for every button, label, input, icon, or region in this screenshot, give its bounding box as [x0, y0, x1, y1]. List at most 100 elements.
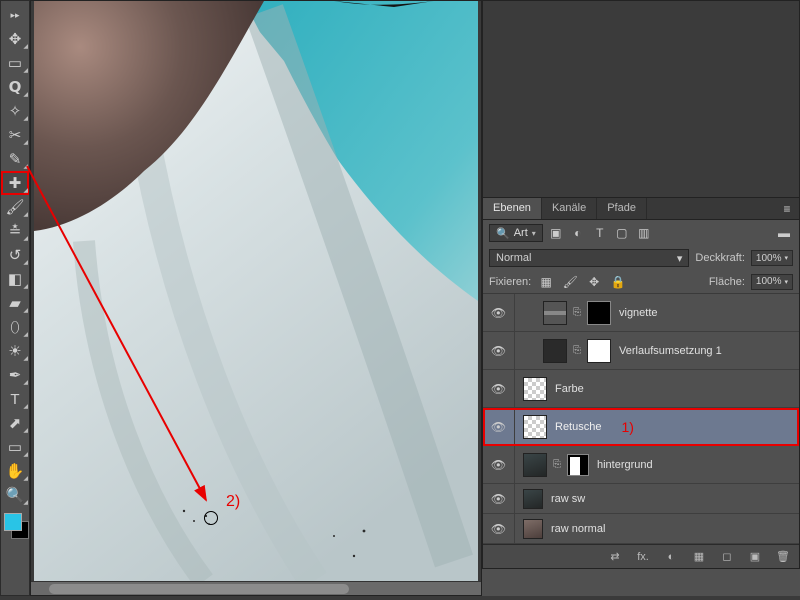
color-swatches[interactable] [1, 511, 29, 541]
layer-thumb[interactable] [523, 453, 547, 477]
history-brush-tool[interactable]: ↺◢ [1, 243, 29, 267]
move-tool[interactable]: ✥◢ [1, 27, 29, 51]
brush-tool[interactable]: 🖌◢ [1, 195, 29, 219]
blend-row: Normal ▾ Deckkraft: 100% ▾ [483, 246, 799, 270]
visibility-toggle[interactable]: 👁 [483, 446, 515, 483]
visibility-toggle[interactable]: 👁 [483, 332, 515, 369]
crop-tool[interactable]: ✂◢ [1, 123, 29, 147]
opacity-input[interactable]: 100% ▾ [751, 250, 793, 266]
lock-position-icon[interactable]: ✥ [585, 273, 603, 291]
link-mask-icon[interactable]: ⎘ [573, 345, 581, 356]
filter-smart-icon[interactable]: ▥ [635, 224, 653, 242]
link-mask-icon[interactable]: ⎘ [573, 307, 581, 318]
panel-menu-icon[interactable]: ≡ [775, 198, 799, 219]
layer-mask-thumb[interactable] [587, 339, 611, 363]
layer-row[interactable]: 👁 Farbe [483, 370, 799, 408]
layers-list: 👁 ⎘ vignette 👁 ⎘ Verlaufsumsetzung 1 👁 Farbe 👁 Re… [483, 294, 799, 544]
fill-input[interactable]: 100% ▾ [751, 274, 793, 290]
tab-layers[interactable]: Ebenen [483, 198, 542, 219]
footer-icon-1[interactable]: fx. [635, 551, 651, 563]
layer-thumb[interactable] [543, 339, 567, 363]
path-selection-tool[interactable]: ⬈◢ [1, 411, 29, 435]
link-mask-icon[interactable]: ⎘ [553, 459, 561, 470]
fill-value: 100% [756, 276, 782, 287]
layer-row[interactable]: 👁 ⎘ Verlaufsumsetzung 1 [483, 332, 799, 370]
layer-name[interactable]: raw normal [551, 523, 605, 535]
panels-column: Ebenen Kanäle Pfade ≡ 🔍 Art ▾ ▣ ◐ T ▢ ▥ … [482, 0, 800, 596]
annotation-2: 2) [226, 493, 240, 511]
hand-tool[interactable]: ✋◢ [1, 459, 29, 483]
layer-mask-thumb[interactable] [587, 301, 611, 325]
filter-shape-icon[interactable]: ▢ [613, 224, 631, 242]
visibility-toggle[interactable]: 👁 [483, 370, 515, 407]
layer-name[interactable]: raw sw [551, 493, 585, 505]
tab-paths[interactable]: Pfade [597, 198, 647, 219]
horizontal-scrollbar[interactable] [31, 581, 481, 595]
visibility-toggle[interactable]: 👁 [483, 294, 515, 331]
layer-name[interactable]: Farbe [555, 383, 584, 395]
layer-name[interactable]: Verlaufsumsetzung 1 [619, 345, 722, 357]
annotation-1: 1) [621, 419, 633, 435]
lasso-tool[interactable]: 𝗤◢ [1, 75, 29, 99]
tab-channels[interactable]: Kanäle [542, 198, 597, 219]
layer-name[interactable]: Retusche [555, 421, 601, 433]
layer-name[interactable]: vignette [619, 307, 658, 319]
lock-transparency-icon[interactable]: ▦ [537, 273, 555, 291]
panel-tabs: Ebenen Kanäle Pfade ≡ [482, 198, 800, 220]
layer-name[interactable]: hintergrund [597, 459, 653, 471]
visibility-toggle[interactable]: 👁 [483, 408, 515, 445]
search-icon: 🔍 [496, 227, 510, 240]
layer-thumb[interactable] [523, 519, 543, 539]
layer-row[interactable]: 👁 raw normal [483, 514, 799, 544]
footer-icon-2[interactable]: ◐ [663, 551, 679, 563]
eyedropper-tool[interactable]: ✎◢ [1, 147, 29, 171]
layer-row[interactable]: 👁 ⎘ hintergrund [483, 446, 799, 484]
magic-wand-tool[interactable]: ✧◢ [1, 99, 29, 123]
pen-tool[interactable]: ✒◢ [1, 363, 29, 387]
layer-thumb[interactable] [523, 489, 543, 509]
footer-icon-4[interactable]: ◻ [719, 550, 735, 563]
clone-stamp-tool[interactable]: ≛◢ [1, 219, 29, 243]
visibility-toggle[interactable]: 👁 [483, 514, 515, 543]
collapse-handle[interactable]: ▸▸ [1, 3, 29, 27]
layer-thumb[interactable] [543, 301, 567, 325]
layer-row[interactable]: 👁 ⎘ vignette [483, 294, 799, 332]
canvas-area: 2) [30, 0, 482, 596]
zoom-tool[interactable]: 🔍◢ [1, 483, 29, 507]
layer-filter-row: 🔍 Art ▾ ▣ ◐ T ▢ ▥ ▬ [483, 220, 799, 246]
lock-row: Fixieren: ▦ 🖌 ✥ 🔒 Fläche: 100% ▾ [483, 270, 799, 294]
document-canvas[interactable] [34, 1, 478, 581]
type-tool[interactable]: T◢ [1, 387, 29, 411]
chevron-down-icon: ▾ [784, 254, 788, 262]
footer-icon-5[interactable]: ▣ [747, 550, 763, 563]
dodge-tool[interactable]: ☀◢ [1, 339, 29, 363]
lock-all-icon[interactable]: 🔒 [609, 273, 627, 291]
footer-icon-3[interactable]: ▦ [691, 550, 707, 563]
tools-toolbar: ▸▸ ✥◢▭◢𝗤◢✧◢✂◢✎◢✚◢🖌◢≛◢↺◢◧◢▰◢⬯◢☀◢✒◢T◢⬈◢▭◢✋… [0, 0, 30, 596]
layer-thumb[interactable] [523, 415, 547, 439]
visibility-toggle[interactable]: 👁 [483, 484, 515, 513]
scrollbar-thumb[interactable] [49, 584, 349, 594]
filter-pixel-icon[interactable]: ▣ [547, 224, 565, 242]
marquee-tool[interactable]: ▭◢ [1, 51, 29, 75]
layer-row[interactable]: 👁 Retusche 1) [483, 408, 799, 446]
gradient-tool[interactable]: ▰◢ [1, 291, 29, 315]
foreground-swatch[interactable] [4, 513, 22, 531]
layer-thumb[interactable] [523, 377, 547, 401]
footer-icon-6[interactable]: 🗑 [775, 550, 791, 563]
filter-type-icon[interactable]: T [591, 224, 609, 242]
chevron-down-icon: ▾ [532, 229, 536, 238]
healing-brush-tool[interactable]: ✚◢ [1, 171, 29, 195]
layer-row[interactable]: 👁 raw sw [483, 484, 799, 514]
layer-filter-kind-select[interactable]: 🔍 Art ▾ [489, 224, 543, 242]
blur-tool[interactable]: ⬯◢ [1, 315, 29, 339]
shape-tool[interactable]: ▭◢ [1, 435, 29, 459]
chevron-down-icon: ▾ [677, 252, 683, 265]
blend-mode-select[interactable]: Normal ▾ [489, 249, 689, 267]
lock-pixels-icon[interactable]: 🖌 [561, 273, 579, 291]
layer-mask-thumb[interactable] [567, 454, 589, 476]
footer-icon-0[interactable]: ⇄ [607, 550, 623, 563]
eraser-tool[interactable]: ◧◢ [1, 267, 29, 291]
filter-toggle-icon[interactable]: ▬ [775, 224, 793, 242]
filter-adjust-icon[interactable]: ◐ [569, 224, 587, 242]
